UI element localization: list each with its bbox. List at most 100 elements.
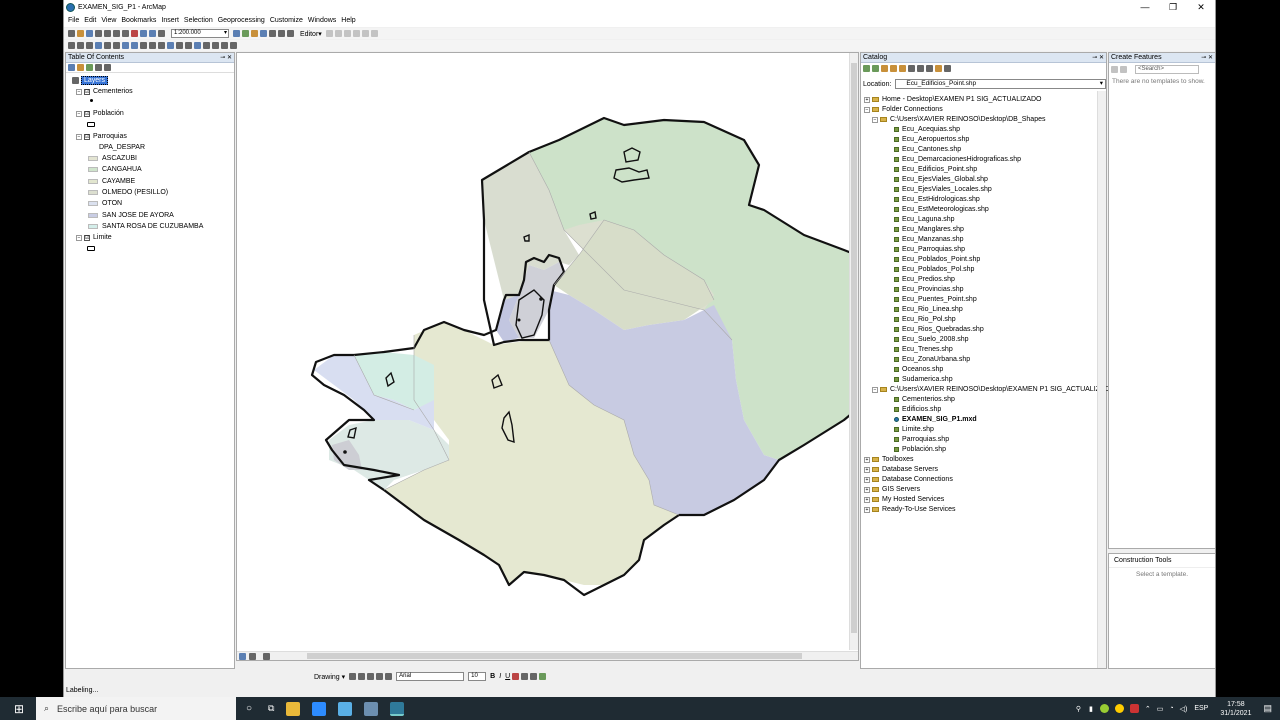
scrollbar-thumb[interactable] xyxy=(307,653,802,659)
editor-toolbar-icon[interactable] xyxy=(233,30,240,37)
filter-icon[interactable] xyxy=(1120,65,1127,73)
open-icon[interactable] xyxy=(77,30,84,37)
catalog-item[interactable]: Cementerios.shp xyxy=(880,396,955,403)
rotate-tool-icon[interactable] xyxy=(352,30,360,37)
layer-name[interactable]: Limite xyxy=(93,234,112,241)
full-extent-icon[interactable] xyxy=(95,42,102,49)
up-one-level-icon[interactable] xyxy=(881,65,888,72)
legend-class-row[interactable]: ASCAZUBI xyxy=(88,155,137,162)
toc-icon[interactable] xyxy=(242,30,249,37)
toc-layer-parroquias[interactable]: − ☑ Parroquias xyxy=(76,133,127,140)
layer-name[interactable]: Parroquias xyxy=(93,133,127,140)
legend-swatch[interactable] xyxy=(88,167,98,173)
underline-button[interactable]: U xyxy=(505,673,510,680)
layer-visibility-checkbox[interactable]: ☑ xyxy=(84,88,90,95)
edit-vertices-icon[interactable] xyxy=(385,673,393,680)
catalog-item[interactable]: Ecu_Suelo_2008.shp xyxy=(880,336,969,343)
undo-icon[interactable] xyxy=(140,30,147,37)
catalog-item[interactable]: + Database Servers xyxy=(864,466,938,473)
scrollbar-thumb[interactable] xyxy=(851,63,857,633)
catalog-item[interactable]: + Toolboxes xyxy=(864,456,914,463)
windows-start-icon[interactable]: ⊞ xyxy=(6,702,32,716)
catalog-scrollbar[interactable] xyxy=(1097,91,1106,668)
line-color-icon[interactable] xyxy=(530,673,538,680)
fixed-zoom-in-icon[interactable] xyxy=(104,42,111,49)
collapse-icon[interactable]: − xyxy=(864,106,870,113)
catalog-item[interactable]: − Folder Connections xyxy=(864,106,943,113)
tray-app-icon[interactable] xyxy=(1099,704,1109,713)
find-icon[interactable] xyxy=(176,42,183,49)
copy-icon[interactable] xyxy=(113,30,120,37)
zoom-app-icon[interactable] xyxy=(312,701,327,716)
go-to-xy-icon[interactable] xyxy=(212,42,219,49)
catalog-item[interactable]: Ecu_EstHidrologicas.shp xyxy=(880,196,980,203)
data-frame-row[interactable]: Layers xyxy=(72,76,109,85)
task-view-icon[interactable]: ⧉ xyxy=(268,703,274,714)
catalog-icon[interactable] xyxy=(251,30,258,37)
legend-swatch[interactable] xyxy=(88,156,98,161)
menu-item-geoprocessing[interactable]: Geoprocessing xyxy=(218,17,265,24)
catalog-item[interactable]: Ecu_Rio_Linea.shp xyxy=(880,306,963,313)
clock[interactable]: 17:58 31/1/2021 xyxy=(1220,700,1251,718)
close-icon[interactable]: ⊸ ✕ xyxy=(1201,53,1213,63)
menu-item-insert[interactable]: Insert xyxy=(161,17,179,24)
catalog-item[interactable]: Ecu_Manzanas.shp xyxy=(880,236,963,243)
new-icon[interactable] xyxy=(68,30,75,37)
notification-icon[interactable]: ▤ xyxy=(1263,703,1272,714)
legend-class-row[interactable]: SANTA ROSA DE CUZUBAMBA xyxy=(88,223,203,230)
data-view-icon[interactable] xyxy=(239,653,246,660)
fill-color-icon[interactable] xyxy=(521,673,529,680)
split-tool-icon[interactable] xyxy=(343,30,351,37)
save-icon[interactable] xyxy=(86,30,93,37)
html-popup-icon[interactable] xyxy=(203,42,210,49)
expand-icon[interactable]: + xyxy=(864,476,870,483)
layer-visibility-checkbox[interactable]: ☑ xyxy=(84,133,90,140)
refresh-icon[interactable] xyxy=(263,653,270,660)
layer-visibility-checkbox[interactable]: ☑ xyxy=(84,110,90,117)
catalog-item[interactable]: Ecu_DemarcacionesHidrograficas.shp xyxy=(880,156,1021,163)
legend-class-row[interactable]: CANGAHUA xyxy=(88,166,142,173)
microphone-icon[interactable]: ▮ xyxy=(1089,705,1093,713)
catalog-item[interactable]: Ecu_Cantones.shp xyxy=(880,146,961,153)
file-explorer-icon[interactable] xyxy=(286,701,301,716)
catalog-item[interactable]: Ecu_Laguna.shp xyxy=(880,216,955,223)
views-icon[interactable] xyxy=(917,65,924,72)
catalog-item[interactable]: Ecu_Predios.shp xyxy=(880,276,955,283)
paste-icon[interactable] xyxy=(122,30,129,37)
collapse-icon[interactable]: − xyxy=(76,88,82,95)
catalog-item[interactable]: Ecu_Edificios_Point.shp xyxy=(880,166,977,173)
sketch-properties-icon[interactable] xyxy=(370,30,378,37)
catalog-item[interactable]: Ecu_Rios_Quebradas.shp xyxy=(880,326,984,333)
search-window-icon[interactable] xyxy=(260,30,267,37)
catalog-item[interactable]: Edificios.shp xyxy=(880,406,941,413)
layer-visibility-checkbox[interactable]: ☑ xyxy=(84,234,90,241)
expand-icon[interactable]: + xyxy=(864,466,870,473)
data-frame-label[interactable]: Layers xyxy=(81,76,109,85)
menu-item-edit[interactable]: Edit xyxy=(84,17,96,24)
options-icon[interactable] xyxy=(926,65,933,72)
catalog-item[interactable]: + Home - Desktop\EXAMEN P1 SIG_ACTUALIZAD… xyxy=(864,96,1042,103)
tray-app-icon[interactable] xyxy=(1114,704,1124,713)
layer-name[interactable]: Población xyxy=(93,110,124,117)
close-icon[interactable]: ⊸ ✕ xyxy=(1092,53,1104,63)
tray-app-icon[interactable] xyxy=(1129,704,1139,713)
catalog-item[interactable]: Ecu_EstMeteorologicas.shp xyxy=(880,206,989,213)
forward-extent-icon[interactable] xyxy=(131,42,138,49)
catalog-item[interactable]: − C:\Users\XAVIER REINOSO\Desktop\EXAMEN … xyxy=(872,386,1115,393)
collapse-icon[interactable]: − xyxy=(76,234,82,241)
menu-item-file[interactable]: File xyxy=(68,17,79,24)
catalog-item[interactable]: Ecu_Poblados_Point.shp xyxy=(880,256,980,263)
pan-icon[interactable] xyxy=(86,42,93,49)
menu-item-customize[interactable]: Customize xyxy=(270,17,303,24)
toggle-contents-icon[interactable] xyxy=(908,65,915,72)
list-by-source-icon[interactable] xyxy=(77,64,84,71)
battery-icon[interactable]: ▭ xyxy=(1157,705,1164,713)
back-extent-icon[interactable] xyxy=(122,42,129,49)
arcmap-taskbar-icon[interactable] xyxy=(390,701,405,716)
map-view[interactable] xyxy=(236,52,911,661)
new-folder-icon[interactable] xyxy=(935,65,942,72)
organize-templates-icon[interactable] xyxy=(1111,65,1118,73)
chevron-up-icon[interactable]: ⌃ xyxy=(1145,705,1151,713)
add-data-icon[interactable] xyxy=(158,30,165,37)
legend-class-row[interactable]: OLMEDO (PESILLO) xyxy=(88,189,168,196)
